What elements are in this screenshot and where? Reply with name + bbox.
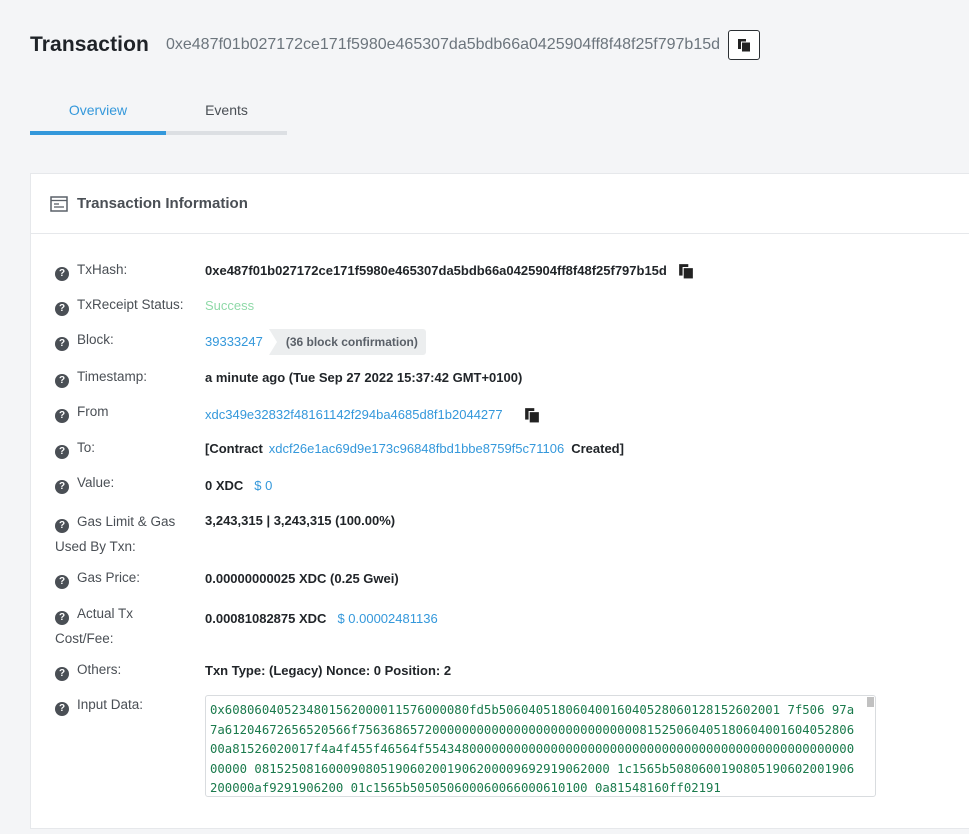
input-scrollbar[interactable]	[867, 697, 874, 707]
page-title: Transaction	[30, 33, 149, 56]
label-input: Input Data:	[77, 697, 144, 712]
input-data-textarea[interactable]: 0x608060405234801562000011576000080fd5b5…	[205, 695, 876, 797]
transaction-info-card: Transaction Information ? TxHash: 0xe487f…	[30, 173, 969, 829]
label-fee-line2: Cost/Fee:	[55, 631, 114, 646]
to-prefix: [Contract	[205, 441, 263, 456]
help-icon[interactable]: ?	[55, 611, 69, 625]
label-txhash: TxHash:	[77, 262, 128, 277]
row-timestamp: ? Timestamp: a minute ago (Tue Sep 27 202…	[55, 364, 522, 389]
others-value: Txn Type: (Legacy) Nonce: 0 Position: 2	[205, 663, 452, 678]
copy-icon	[524, 408, 539, 423]
help-icon[interactable]: ?	[55, 575, 69, 589]
row-input: ? Input Data:	[55, 692, 205, 717]
row-from: ? From xdc349e32832f48161142f294ba4685d8f…	[55, 399, 540, 425]
block-number-link[interactable]: 39333247	[205, 332, 263, 352]
help-icon[interactable]: ?	[55, 667, 69, 681]
help-icon[interactable]: ?	[55, 374, 69, 388]
label-to: To:	[77, 440, 96, 455]
row-block: ? Block: 39333247 (36 block confirmation)	[55, 327, 426, 355]
label-gas-price: Gas Price:	[77, 570, 141, 585]
row-gas: ? Gas Limit & Gas Used By Txn: 3,243,315 …	[55, 509, 395, 559]
block-confirmation-badge: (36 block confirmation)	[268, 329, 426, 355]
label-status: TxReceipt Status:	[77, 297, 184, 312]
tab-events[interactable]: Events	[166, 88, 287, 135]
input-data-value: 0x608060405234801562000011576000080fd5b5…	[210, 703, 855, 795]
help-icon[interactable]: ?	[55, 480, 69, 494]
value-usd: $ 0	[254, 478, 273, 493]
copy-icon	[738, 39, 751, 52]
gas-price-value: 0.00000000025 XDC (0.25 Gwei)	[205, 570, 399, 586]
help-icon[interactable]: ?	[55, 302, 69, 316]
label-block: Block:	[77, 332, 114, 347]
receipt-icon	[50, 195, 68, 212]
txhash-value: 0xe487f01b027172ce171f5980e465307da5bdb6…	[205, 263, 667, 278]
row-fee: ? Actual Tx Cost/Fee: 0.00081082875 XDC $…	[55, 601, 438, 651]
status-badge: Success	[205, 298, 255, 313]
tab-overview[interactable]: Overview	[30, 88, 166, 135]
tab-bar: Overview Events	[30, 88, 287, 135]
row-txhash: ? TxHash: 0xe487f01b027172ce171f5980e4653…	[55, 257, 694, 282]
row-others: ? Others: Txn Type: (Legacy) Nonce: 0 Pos…	[55, 657, 451, 682]
gas-value: 3,243,315 | 3,243,315 (100.00%)	[205, 513, 396, 528]
transaction-hash-heading: 0xe487f01b027172ce171f5980e465307da5bdb6…	[165, 36, 721, 53]
page-header: Transaction 0xe487f01b027172ce171f5980e4…	[30, 30, 761, 60]
copy-hash-button[interactable]	[728, 30, 761, 60]
copy-icon	[679, 264, 693, 279]
to-suffix: Created]	[571, 441, 624, 456]
label-gas-line1: Gas Limit & Gas	[77, 514, 176, 529]
label-timestamp: Timestamp:	[77, 369, 148, 384]
row-value: ? Value: 0 XDC $ 0	[55, 470, 272, 496]
help-icon[interactable]: ?	[55, 702, 69, 716]
label-from: From	[77, 404, 109, 419]
row-to: ? To: [Contract xdcf26e1ac69d9e173c96848f…	[55, 435, 624, 460]
help-icon[interactable]: ?	[55, 519, 69, 533]
card-title: Transaction Information	[77, 195, 248, 212]
help-icon[interactable]: ?	[55, 445, 69, 459]
label-others: Others:	[77, 662, 122, 677]
help-icon[interactable]: ?	[55, 409, 69, 423]
fee-amount: 0.00081082875 XDC	[205, 611, 327, 626]
timestamp-value: a minute ago (Tue Sep 27 2022 15:37:42 G…	[205, 369, 523, 385]
label-gas-line2: Used By Txn:	[55, 539, 136, 554]
row-status: ? TxReceipt Status: Success	[55, 292, 254, 317]
row-gas-price: ? Gas Price: 0.00000000025 XDC (0.25 Gwei…	[55, 565, 399, 590]
label-value: Value:	[77, 475, 115, 490]
value-amount: 0 XDC	[205, 478, 244, 493]
from-address-link[interactable]: xdc349e32832f48161142f294ba4685d8f1b2044…	[205, 405, 503, 425]
contract-address-link[interactable]: xdcf26e1ac69d9e173c96848fbd1bbe8759f5c71…	[269, 439, 564, 459]
fee-usd: $ 0.00002481136	[337, 611, 438, 626]
card-header: Transaction Information	[31, 174, 969, 234]
label-fee-line1: Actual Tx	[77, 606, 134, 621]
help-icon[interactable]: ?	[55, 267, 69, 281]
copy-txhash-button[interactable]	[678, 263, 694, 279]
help-icon[interactable]: ?	[55, 337, 69, 351]
copy-from-button[interactable]	[524, 407, 540, 423]
